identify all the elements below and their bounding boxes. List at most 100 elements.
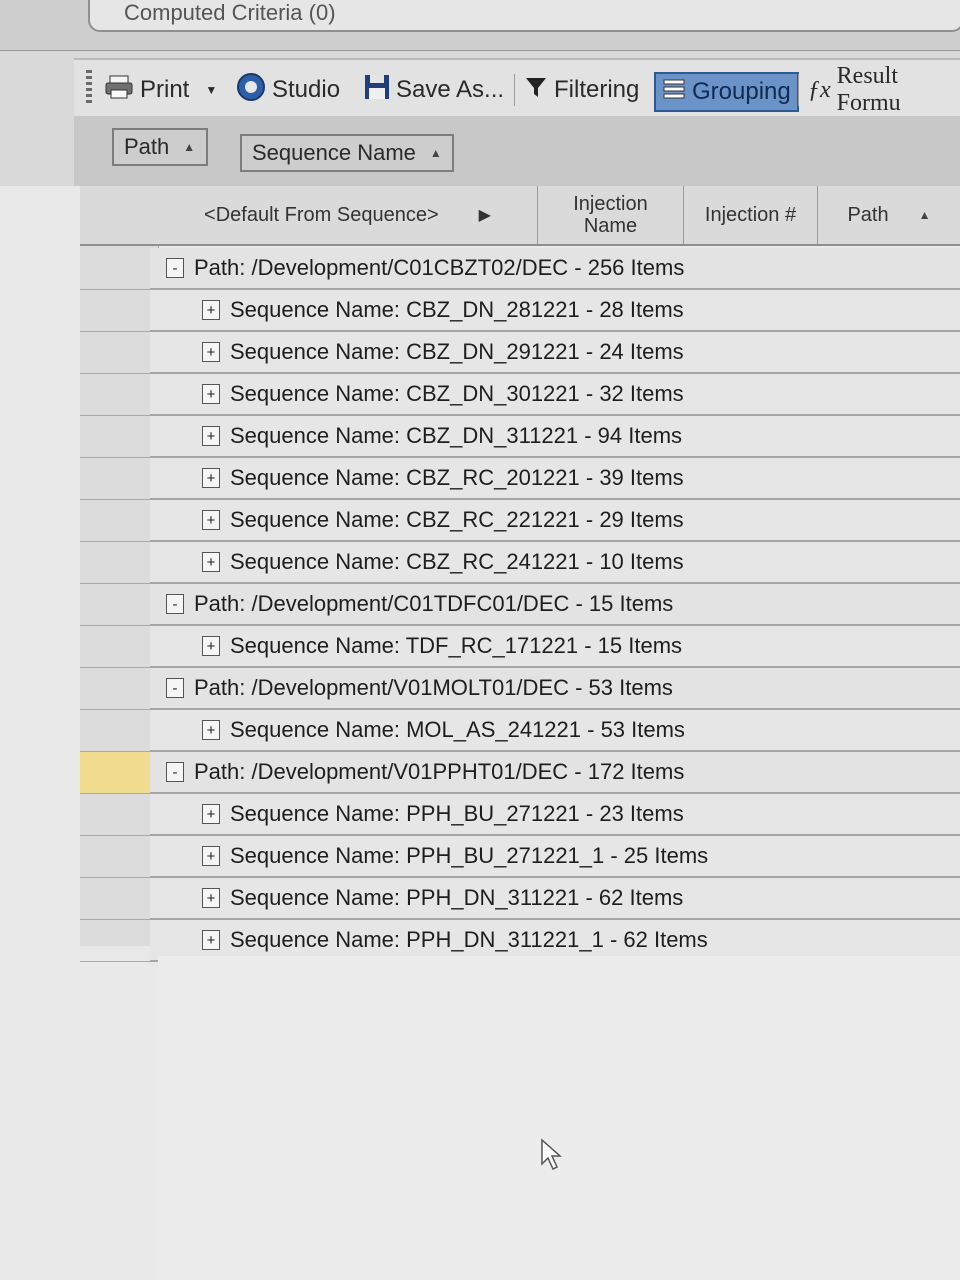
column-header-injection-name[interactable]: Injection Name [538,186,684,244]
row-selector[interactable] [80,794,158,836]
row-selector[interactable] [80,458,158,500]
computed-criteria-tab[interactable]: Computed Criteria (0) [88,0,960,32]
sequence-group-row[interactable]: + Sequence Name: PPH_BU_271221 - 23 Items [150,794,960,836]
expand-icon[interactable]: + [202,930,220,950]
path-group-row[interactable]: - Path: /Development/C01CBZT02/DEC - 256 … [150,248,960,290]
save-as-label: Save As... [396,76,505,103]
print-dropdown-icon[interactable]: ▼ [205,83,217,97]
row-selector[interactable] [80,626,158,668]
row-selector[interactable] [80,710,158,752]
row-selector[interactable] [80,500,158,542]
sequence-group-row[interactable]: + Sequence Name: CBZ_DN_291221 - 24 Items [150,332,960,374]
group-chip-path[interactable]: Path ▲ [112,128,208,166]
row-selector-selected[interactable] [80,752,158,794]
toolbar: Print ▼ Studio Save As... Filtering Grou… [74,58,960,119]
sequence-group-row[interactable]: + Sequence Name: CBZ_DN_301221 - 32 Items [150,374,960,416]
sequence-group-row[interactable]: + Sequence Name: CBZ_DN_311221 - 94 Items [150,416,960,458]
group-by-panel: Path ▲ Sequence Name ▲ [74,116,960,186]
expand-icon[interactable]: + [202,384,220,404]
sequence-group-label: Sequence Name: PPH_BU_271221 - 23 Items [230,801,684,826]
sequence-group-label: Sequence Name: TDF_RC_171221 - 15 Items [230,633,683,658]
row-header-column [80,186,159,962]
group-chip-sequence-label: Sequence Name [252,140,416,165]
sequence-group-label: Sequence Name: PPH_DN_311221 - 62 Items [230,885,684,910]
expand-icon[interactable]: + [202,552,220,572]
collapse-icon[interactable]: - [166,762,184,782]
sort-ascending-icon: ▲ [918,208,931,222]
filter-icon [524,75,548,106]
row-selector[interactable] [80,836,158,878]
sequence-group-row[interactable]: + Sequence Name: MOL_AS_241221 - 53 Items [150,710,960,752]
collapse-icon[interactable]: - [166,594,184,614]
sequence-group-row[interactable]: + Sequence Name: CBZ_RC_201221 - 39 Items [150,458,960,500]
row-selector[interactable] [80,332,158,374]
row-selector[interactable] [80,290,158,332]
path-group-row[interactable]: - Path: /Development/V01MOLT01/DEC - 53 I… [150,668,960,710]
studio-label: Studio [272,76,341,103]
play-arrow-icon[interactable]: ▶ [479,205,491,225]
path-group-label: Path: /Development/C01CBZT02/DEC - 256 I… [194,255,685,280]
column-header-injection-name-label: Injection Name [573,193,648,237]
expand-icon[interactable]: + [202,720,220,740]
sequence-group-label: Sequence Name: PPH_DN_311221_1 - 62 Item… [230,927,708,952]
column-header-injection-no-label: Injection # [704,203,797,226]
grouping-label: Grouping [692,78,791,105]
expand-icon[interactable]: + [202,300,220,320]
results-grid: <Default From Sequence> ▶ Injection Name… [0,186,960,1280]
row-selector[interactable] [80,542,158,584]
grouping-button[interactable]: Grouping [654,72,799,112]
expand-icon[interactable]: + [202,426,220,446]
sequence-group-row[interactable]: + Sequence Name: PPH_BU_271221_1 - 25 Ite… [150,836,960,878]
column-header-injection-no[interactable]: Injection # [684,186,818,244]
studio-icon [236,72,266,109]
computed-criteria-label: Computed Criteria (0) [124,0,336,25]
row-selector[interactable] [80,416,158,458]
expand-icon[interactable]: + [202,636,220,656]
collapse-icon[interactable]: - [166,258,184,278]
expand-icon[interactable]: + [202,510,220,530]
save-as-button[interactable]: Save As... [364,72,504,108]
sequence-group-row[interactable]: + Sequence Name: TDF_RC_171221 - 15 Items [150,626,960,668]
empty-grid-area [158,956,960,1280]
sequence-group-row[interactable]: + Sequence Name: CBZ_RC_221221 - 29 Items [150,500,960,542]
studio-button[interactable]: Studio [236,72,340,108]
row-selector[interactable] [80,248,158,290]
column-header-path[interactable]: Path ▲ [818,186,960,244]
collapse-icon[interactable]: - [166,678,184,698]
path-group-row[interactable]: - Path: /Development/C01TDFC01/DEC - 15 I… [150,584,960,626]
expand-icon[interactable]: + [202,888,220,908]
sequence-group-row[interactable]: + Sequence Name: PPH_DN_311221 - 62 Items [150,878,960,920]
path-group-label: Path: /Development/V01MOLT01/DEC - 53 It… [194,675,673,700]
print-label: Print [140,76,190,103]
sequence-group-label: Sequence Name: CBZ_DN_281221 - 28 Items [230,297,684,322]
function-icon: ƒx [808,76,831,103]
sequence-group-row[interactable]: + Sequence Name: CBZ_DN_281221 - 28 Items [150,290,960,332]
expand-icon[interactable]: + [202,804,220,824]
column-header-default[interactable]: <Default From Sequence> ▶ [158,186,538,244]
expand-icon[interactable]: + [202,846,220,866]
expand-icon[interactable]: + [202,468,220,488]
sequence-group-row[interactable]: + Sequence Name: CBZ_RC_241221 - 10 Items [150,542,960,584]
sequence-group-label: Sequence Name: CBZ_DN_311221 - 94 Items [230,423,683,448]
filtering-button[interactable]: Filtering [524,72,639,108]
sort-ascending-icon: ▲ [183,140,196,154]
column-header-default-label: <Default From Sequence> [204,203,439,226]
expand-icon[interactable]: + [202,342,220,362]
path-group-row[interactable]: - Path: /Development/V01PPHT01/DEC - 172 … [150,752,960,794]
path-group-label: Path: /Development/V01PPHT01/DEC - 172 I… [194,759,685,784]
sequence-group-label: Sequence Name: CBZ_DN_291221 - 24 Items [230,339,684,364]
print-button[interactable]: Print ▼ [104,72,217,108]
result-formula-label: Result Formu [836,63,901,116]
row-selector[interactable] [80,878,158,920]
grouping-icon [662,77,686,108]
row-selector[interactable] [80,920,158,962]
toolbar-grip[interactable] [86,70,92,106]
row-selector[interactable] [80,374,158,416]
column-header-path-label: Path [847,203,889,226]
row-selector[interactable] [80,668,158,710]
filtering-label: Filtering [554,76,640,103]
path-group-label: Path: /Development/C01TDFC01/DEC - 15 It… [194,591,674,616]
result-formula-button[interactable]: ƒx Result Formu [808,63,960,116]
row-selector[interactable] [80,584,158,626]
group-chip-sequence-name[interactable]: Sequence Name ▲ [240,134,454,172]
